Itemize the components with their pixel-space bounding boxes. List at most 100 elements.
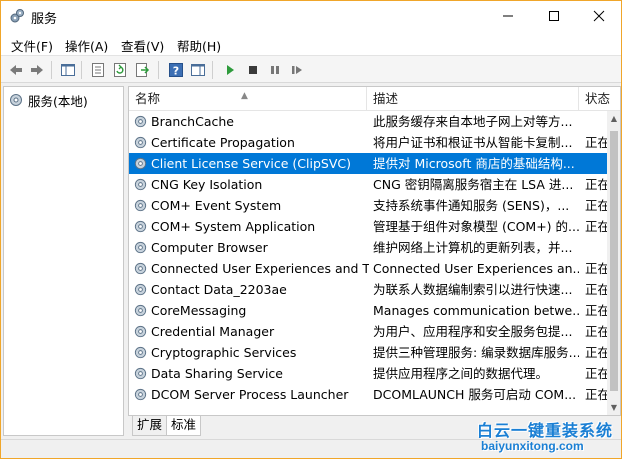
scrollbar-thumb[interactable] (610, 131, 618, 391)
service-row[interactable]: BranchCache 此服务缓存来自本地子网上对等方... (129, 111, 607, 132)
view-tabs: 扩展 标准 (128, 416, 428, 436)
service-description: 此服务缓存来自本地子网上对等方... (373, 114, 573, 129)
tab-standard[interactable]: 标准 (166, 416, 202, 436)
refresh-button[interactable] (111, 61, 129, 79)
properties-icon (92, 63, 104, 77)
service-name: BranchCache (151, 114, 234, 129)
service-row[interactable]: Computer Browser 维护网络上计算机的更新列表，并... (129, 237, 607, 258)
services-app-icon (9, 8, 25, 24)
stop-icon (249, 66, 257, 74)
restart-service-button[interactable] (288, 61, 306, 79)
menu-view[interactable]: 查看(V) (121, 36, 164, 55)
service-name: Data Sharing Service (151, 366, 283, 381)
toolbar-separator (212, 61, 213, 79)
service-description: Connected User Experiences an... (373, 261, 579, 276)
watermark-url: baiyunxitong.com (481, 439, 584, 453)
gear-icon (133, 174, 149, 195)
close-button[interactable] (576, 1, 621, 31)
column-header-description[interactable]: 描述 (367, 87, 579, 111)
service-name: COM+ System Application (151, 219, 316, 234)
maximize-icon (549, 11, 559, 21)
service-row[interactable]: CoreMessaging Manages communication betwe… (129, 300, 607, 321)
gear-icon (133, 195, 149, 216)
svg-text:?: ? (173, 65, 179, 78)
restart-icon (292, 66, 302, 74)
tree-item-services-local[interactable]: 服务(本地) (8, 91, 88, 109)
vertical-scrollbar[interactable]: ▲ ▼ (607, 111, 620, 415)
service-description: 为用户、应用程序和安全服务包提... (373, 324, 573, 339)
back-arrow-icon (10, 65, 22, 75)
maximize-button[interactable] (531, 1, 577, 31)
service-description: 维护网络上计算机的更新列表，并... (373, 240, 573, 255)
back-button[interactable] (7, 61, 25, 79)
gear-icon (133, 216, 149, 237)
gear-icon (133, 237, 149, 258)
service-status (585, 153, 607, 174)
menu-file[interactable]: 文件(F) (11, 36, 53, 55)
show-action-pane-button[interactable] (189, 61, 207, 79)
service-status: 正在 (585, 303, 607, 318)
watermark-title: 白云一键重装系统 (477, 421, 614, 440)
export-list-button[interactable] (133, 61, 151, 79)
service-description: 管理基于组件对象模型 (COM+) 的... (373, 219, 579, 234)
service-description: 将用户证书和根证书从智能卡复制... (373, 135, 573, 150)
watermark: 白云一键重装系统 baiyunxitong.com (471, 415, 619, 455)
gear-icon (133, 153, 149, 174)
tree-item-label: 服务(本地) (28, 93, 88, 109)
column-header-name[interactable]: 名称 ▲ (129, 87, 367, 111)
console-tree-pane: 服务(本地) (3, 86, 124, 436)
service-name: Credential Manager (151, 324, 275, 339)
help-button[interactable]: ? (167, 61, 185, 79)
service-description: Manages communication betwe... (373, 303, 579, 318)
gear-icon (133, 342, 149, 363)
service-description: 提供应用程序之间的数据代理。 (373, 366, 549, 381)
service-name: DCOM Server Process Launcher (151, 387, 349, 402)
service-row[interactable]: Cryptographic Services 提供三种管理服务: 编录数据库服务.… (129, 342, 607, 363)
service-row[interactable]: COM+ System Application 管理基于组件对象模型 (COM+)… (129, 216, 607, 237)
service-description: DCOMLAUNCH 服务可启动 COM... (373, 387, 577, 402)
service-status: 正在 (585, 261, 607, 276)
show-console-tree-button[interactable] (59, 61, 77, 79)
properties-button[interactable] (89, 61, 107, 79)
list-header: 名称 ▲ 描述 状态 (129, 87, 620, 111)
sort-ascending-icon: ▲ (241, 91, 248, 101)
forward-arrow-icon (31, 65, 43, 75)
start-service-button[interactable] (221, 61, 239, 79)
service-row[interactable]: Contact Data_2203ae 为联系人数据编制索引以进行快速... 正在 (129, 279, 607, 300)
menu-bar: 文件(F) 操作(A) 查看(V) 帮助(H) (1, 31, 621, 55)
service-row[interactable]: Credential Manager 为用户、应用程序和安全服务包提... 正在 (129, 321, 607, 342)
stop-service-button[interactable] (244, 61, 262, 79)
service-name: Connected User Experiences and T... (151, 261, 369, 276)
service-status: 正在 (585, 366, 607, 381)
service-row[interactable]: Connected User Experiences and T... Conne… (129, 258, 607, 279)
service-row[interactable]: CNG Key Isolation CNG 密钥隔离服务宿主在 LSA 进... 正… (129, 174, 607, 195)
service-name: Computer Browser (151, 240, 268, 255)
menu-action[interactable]: 操作(A) (65, 36, 108, 55)
start-icon (227, 65, 234, 75)
scroll-down-icon[interactable]: ▼ (609, 403, 619, 413)
service-description: 为联系人数据编制索引以进行快速... (373, 282, 573, 297)
column-header-status[interactable]: 状态 (579, 87, 620, 111)
scroll-up-icon[interactable]: ▲ (609, 114, 619, 124)
service-row[interactable]: Certificate Propagation 将用户证书和根证书从智能卡复制..… (129, 132, 607, 153)
service-status: 正在 (585, 282, 607, 297)
service-description: 提供对 Microsoft 商店的基础结构... (373, 156, 575, 171)
menu-help[interactable]: 帮助(H) (177, 36, 221, 55)
toolbar-separator (81, 61, 82, 79)
service-row[interactable]: DCOM Server Process Launcher DCOMLAUNCH 服… (129, 384, 607, 405)
minimize-button[interactable] (485, 1, 531, 31)
forward-button[interactable] (28, 61, 46, 79)
gear-icon (133, 384, 149, 405)
service-description: 支持系统事件通知服务 (SENS)，... (373, 198, 570, 213)
gear-icon (133, 279, 149, 300)
service-row[interactable]: Client License Service (ClipSVC) 提供对 Micr… (129, 153, 607, 174)
service-row[interactable]: COM+ Event System 支持系统事件通知服务 (SENS)，... 正在 (129, 195, 607, 216)
help-icon: ? (169, 63, 183, 78)
tab-extended[interactable]: 扩展 (132, 416, 168, 436)
refresh-icon (114, 63, 126, 77)
service-row[interactable]: Data Sharing Service 提供应用程序之间的数据代理。 正在 (129, 363, 607, 384)
service-status: 正在 (585, 219, 607, 234)
service-status: 正在 (585, 324, 607, 339)
pause-service-button[interactable] (266, 61, 284, 79)
title-bar[interactable]: 服务 (1, 1, 621, 31)
